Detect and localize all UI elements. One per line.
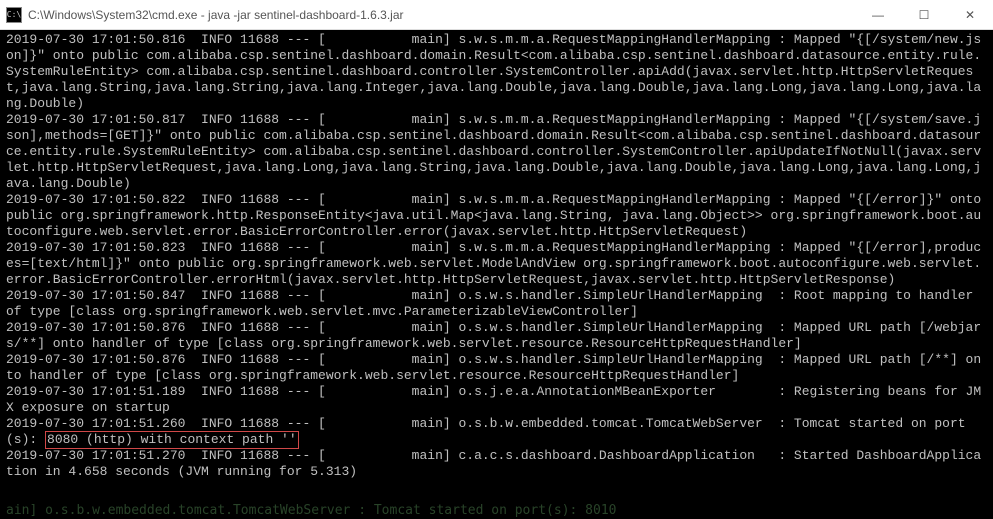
window-titlebar: C:\ C:\Windows\System32\cmd.exe - java -… <box>0 0 993 30</box>
window-title: C:\Windows\System32\cmd.exe - java -jar … <box>28 8 404 22</box>
log-line: 2019-07-30 17:01:50.822 INFO 11688 --- [… <box>6 192 989 239</box>
log-line: 2019-07-30 17:01:50.876 INFO 11688 --- [… <box>6 352 981 383</box>
highlighted-port-text: 8080 (http) with context path '' <box>45 431 299 449</box>
log-line: 2019-07-30 17:01:51.189 INFO 11688 --- [… <box>6 384 981 415</box>
log-line: 2019-07-30 17:01:50.876 INFO 11688 --- [… <box>6 320 981 351</box>
terminal-output[interactable]: 2019-07-30 17:01:50.816 INFO 11688 --- [… <box>0 30 993 519</box>
maximize-button[interactable]: ☐ <box>901 0 947 30</box>
cmd-icon: C:\ <box>6 7 22 23</box>
log-line: 2019-07-30 17:01:50.847 INFO 11688 --- [… <box>6 288 981 319</box>
close-button[interactable]: ✕ <box>947 0 993 30</box>
log-line: 2019-07-30 17:01:50.816 INFO 11688 --- [… <box>6 32 981 111</box>
log-line: 2019-07-30 17:01:51.270 INFO 11688 --- [… <box>6 448 981 479</box>
log-line: 2019-07-30 17:01:50.823 INFO 11688 --- [… <box>6 240 981 287</box>
minimize-button[interactable]: — <box>855 0 901 30</box>
titlebar-controls: — ☐ ✕ <box>855 0 993 30</box>
log-line: 2019-07-30 17:01:50.817 INFO 11688 --- [… <box>6 112 981 191</box>
titlebar-left: C:\ C:\Windows\System32\cmd.exe - java -… <box>0 7 404 23</box>
